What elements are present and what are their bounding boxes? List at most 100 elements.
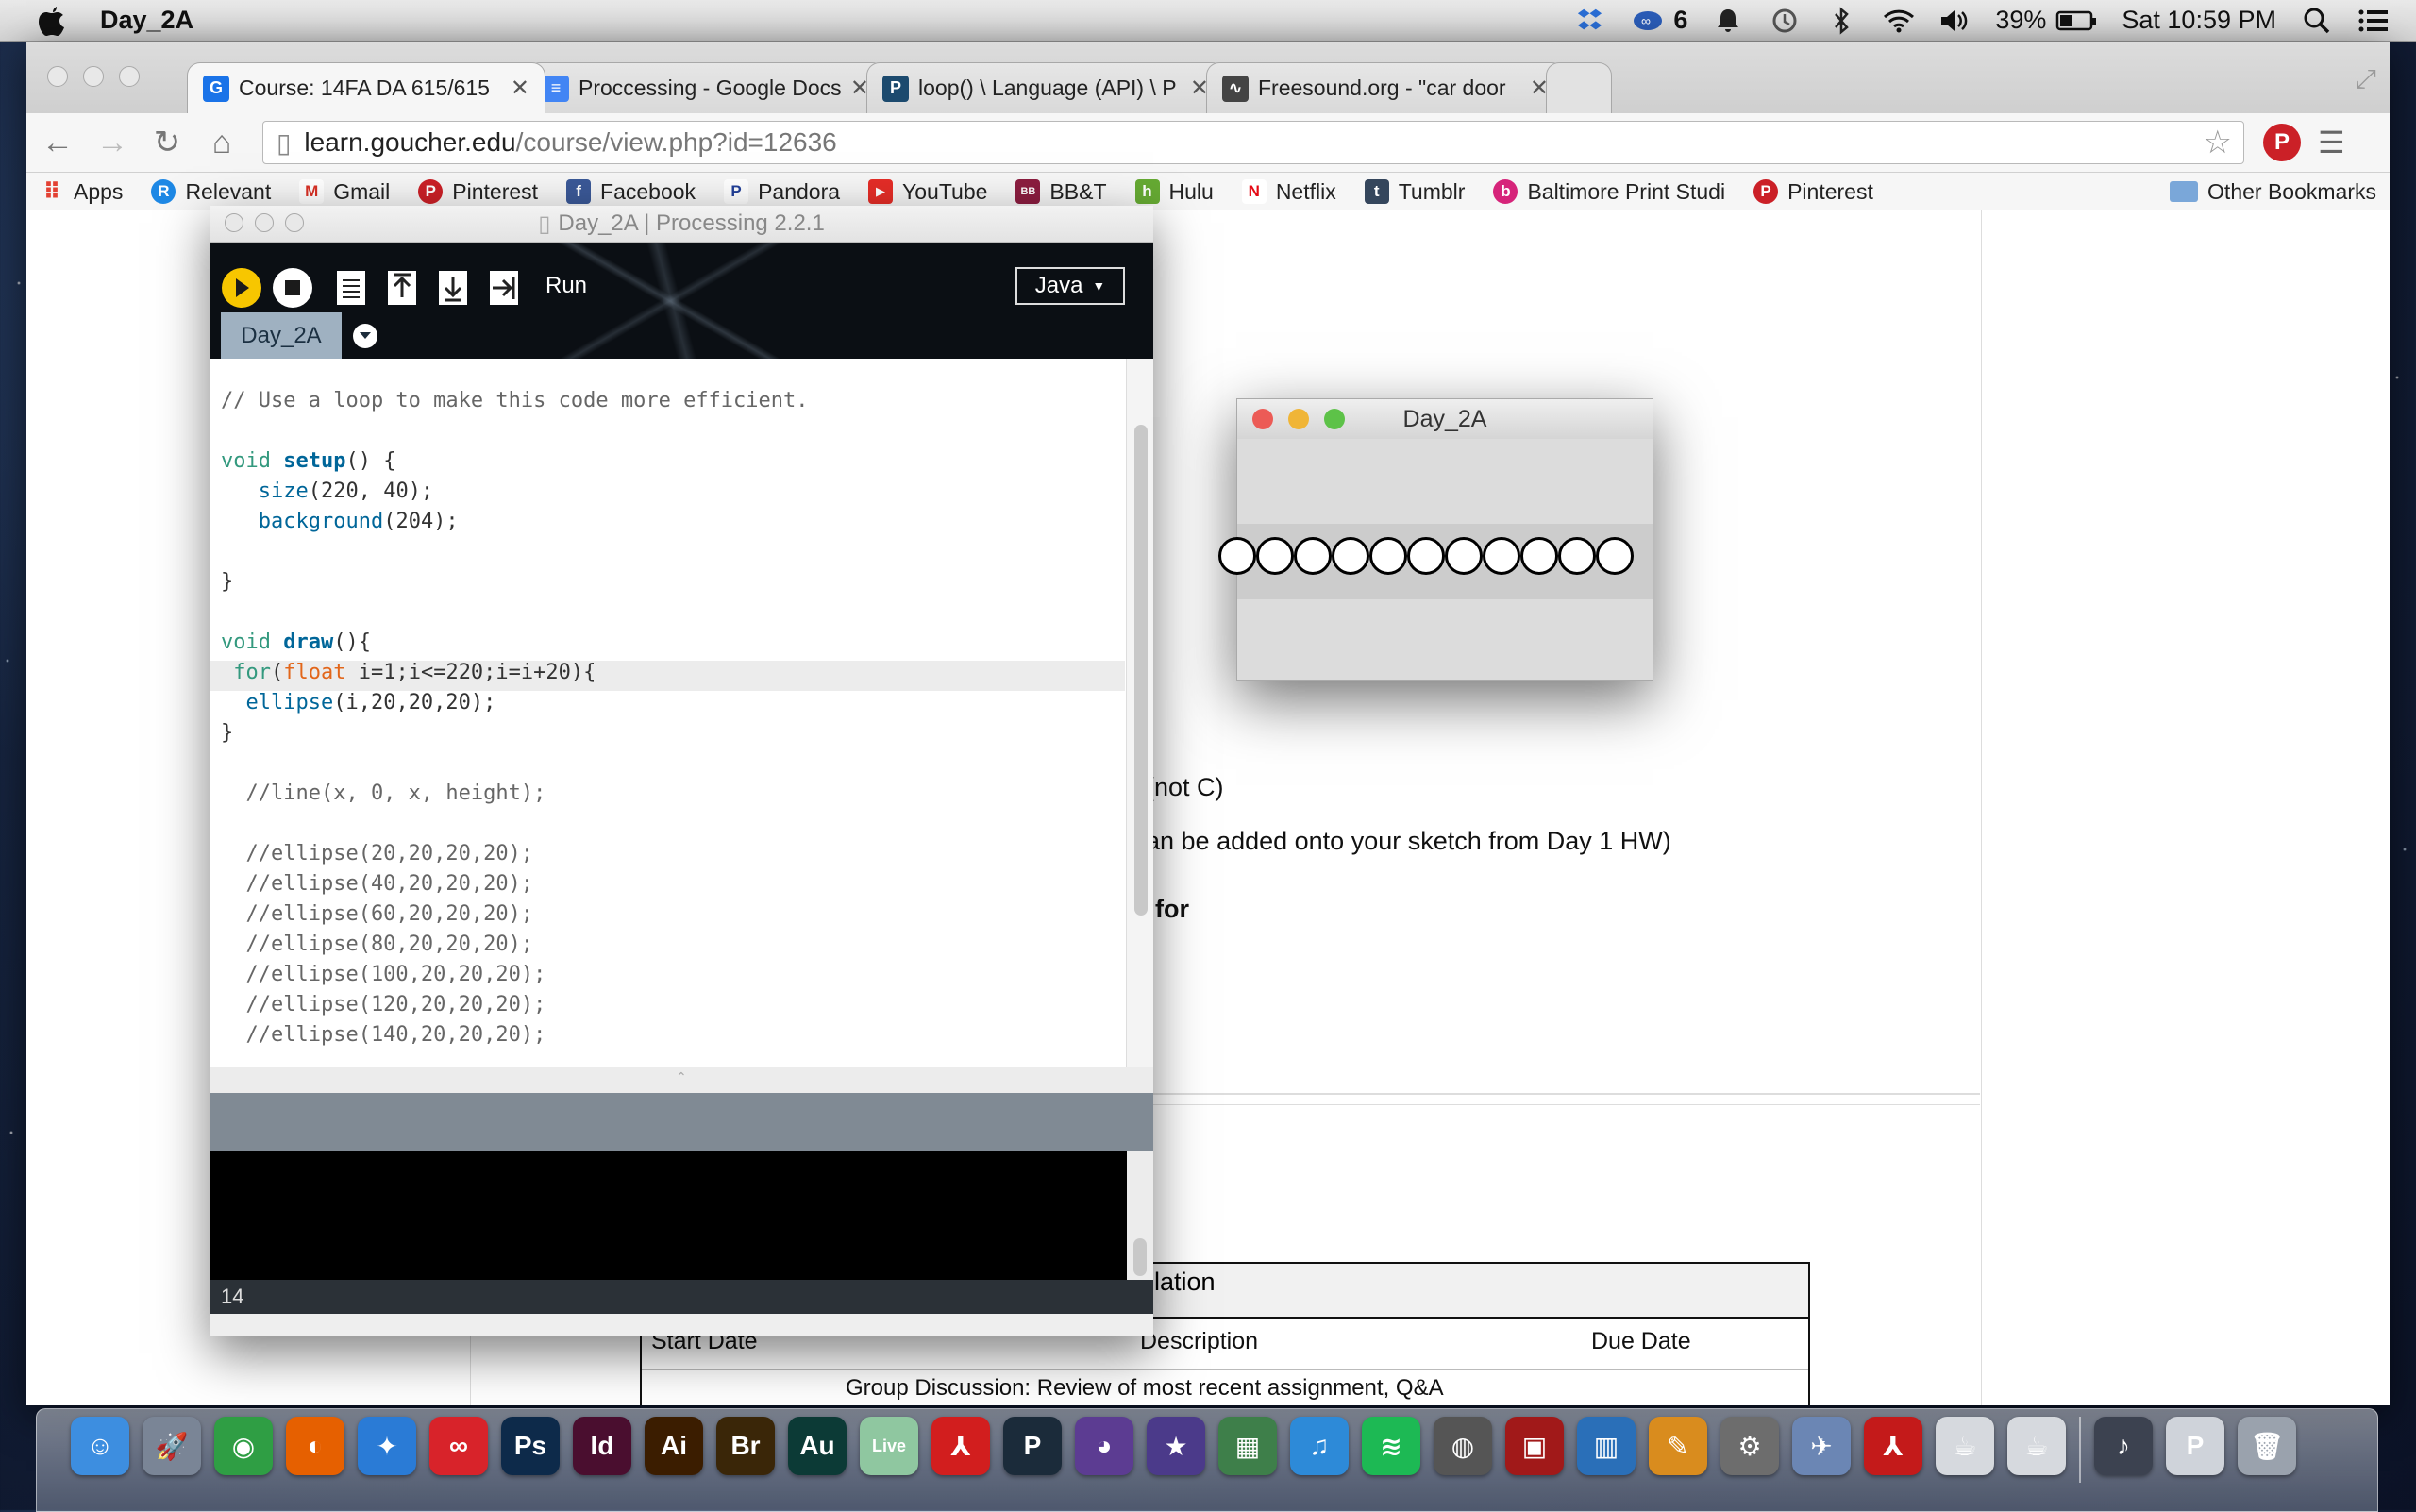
bluetooth-icon[interactable] — [1825, 5, 1857, 37]
acrobat-icon[interactable]: ⅄ — [931, 1417, 990, 1475]
creative-cloud-icon[interactable]: ∞ — [429, 1417, 488, 1475]
pages-icon[interactable]: ✎ — [1649, 1417, 1707, 1475]
bookmark-tumblr[interactable]: t Tumblr — [1364, 179, 1465, 205]
finder-icon[interactable]: ☺ — [71, 1417, 129, 1475]
maximize-window-button[interactable] — [1324, 409, 1345, 429]
chrome-menu-icon[interactable]: ☰ — [2318, 125, 2345, 160]
new-sketch-icon[interactable] — [330, 267, 372, 309]
bookmark-youtube[interactable]: ▶ YouTube — [868, 179, 987, 205]
bridge-icon[interactable]: Br — [716, 1417, 775, 1475]
bookmark-hulu[interactable]: h Hulu — [1134, 179, 1214, 205]
photoshop-icon[interactable]: Ps — [501, 1417, 560, 1475]
pinterest-extension-icon[interactable]: P — [2263, 124, 2301, 161]
github-icon[interactable]: ◕ — [1075, 1417, 1133, 1475]
console-scrollbar-thumb[interactable] — [1133, 1238, 1147, 1276]
live-icon[interactable]: Live — [860, 1417, 918, 1475]
other-bookmarks[interactable]: Other Bookmarks — [2170, 179, 2376, 205]
console-output[interactable] — [210, 1151, 1153, 1280]
minimize-window-button[interactable] — [255, 213, 274, 232]
audition-icon[interactable]: Au — [788, 1417, 847, 1475]
wifi-icon[interactable] — [1882, 5, 1915, 37]
tab-day-2a[interactable]: Day_2A — [221, 312, 342, 360]
active-app-name[interactable]: Day_2A — [100, 6, 193, 35]
run-button[interactable] — [221, 267, 262, 309]
chrome-icon[interactable]: ◉ — [214, 1417, 273, 1475]
bookmark-gmail[interactable]: M Gmail — [299, 179, 390, 205]
minimize-window-button[interactable] — [1288, 409, 1309, 429]
editor-console-splitter[interactable]: ⌃ — [210, 1067, 1153, 1094]
itunes-icon[interactable]: ♫ — [1290, 1417, 1349, 1475]
java-2-icon[interactable]: ☕ — [2007, 1417, 2066, 1475]
bookmark-bbt[interactable]: BB BB&T — [1015, 179, 1107, 205]
close-window-button[interactable] — [47, 66, 68, 87]
window-controls — [225, 213, 304, 232]
back-arrow-icon[interactable]: ← — [34, 119, 81, 166]
maximize-window-button[interactable] — [285, 213, 304, 232]
facetime-icon[interactable]: ◍ — [1434, 1417, 1492, 1475]
tab-menu-chevron-down-icon[interactable] — [353, 324, 378, 348]
address-bar[interactable]: ▯ learn.goucher.edu/course/view.php?id=1… — [262, 121, 2244, 164]
new-tab-button[interactable] — [1546, 62, 1612, 113]
bookmark-facebook[interactable]: f Facebook — [566, 179, 696, 205]
system-preferences-icon[interactable]: ⚙ — [1720, 1417, 1779, 1475]
tab-processing-reference[interactable]: P loop() \ Language (API) \ P ✕ — [866, 62, 1225, 113]
bookmark-relevant[interactable]: R Relevant — [151, 179, 271, 205]
bookmark-baltimore-print-studio[interactable]: b Baltimore Print Studi — [1493, 179, 1725, 205]
apple-menu-icon[interactable] — [34, 3, 70, 39]
tab-google-docs[interactable]: ≡ Proccessing - Google Docs ✕ — [527, 62, 885, 113]
bookmark-label: YouTube — [902, 178, 988, 204]
notification-center-icon[interactable] — [2357, 5, 2390, 37]
home-icon[interactable]: ⌂ — [198, 119, 245, 166]
time-machine-icon[interactable] — [1769, 5, 1801, 37]
dropbox-icon[interactable] — [1575, 5, 1607, 37]
tab-freesound[interactable]: ∿ Freesound.org - "car door ✕ — [1206, 62, 1565, 113]
open-sketch-icon[interactable] — [381, 267, 423, 309]
close-tab-icon[interactable]: ✕ — [511, 75, 529, 102]
reload-icon[interactable]: ↻ — [143, 119, 191, 166]
trash-icon[interactable]: 🗑 — [2238, 1417, 2296, 1475]
imovie-icon[interactable]: ★ — [1147, 1417, 1205, 1475]
safari-icon[interactable]: ✦ — [358, 1417, 416, 1475]
maximize-window-button[interactable] — [119, 66, 140, 87]
creative-cloud-menu-icon[interactable]: ∞ — [1632, 5, 1664, 37]
bookmark-netflix[interactable]: N Netflix — [1241, 179, 1336, 205]
launchpad-icon[interactable]: 🚀 — [143, 1417, 201, 1475]
bookmark-pinterest-2[interactable]: P Pinterest — [1753, 179, 1873, 205]
forward-arrow-icon[interactable]: → — [89, 119, 136, 166]
processing-icon[interactable]: P — [1003, 1417, 1062, 1475]
music-folder-icon[interactable]: ♪ — [2094, 1417, 2153, 1475]
fullscreen-icon[interactable]: ⤢ — [2356, 64, 2376, 95]
adobe-reader-icon[interactable]: ⅄ — [1864, 1417, 1922, 1475]
numbers-icon[interactable]: ▥ — [1577, 1417, 1636, 1475]
volume-icon[interactable] — [1938, 5, 1971, 37]
java-icon[interactable]: ☕ — [1936, 1417, 1994, 1475]
bookmark-pinterest[interactable]: P Pinterest — [418, 179, 538, 205]
tab-course[interactable]: G Course: 14FA DA 615/615 ✕ — [187, 62, 545, 113]
photo-booth-icon[interactable]: ▣ — [1505, 1417, 1564, 1475]
save-sketch-icon[interactable] — [432, 267, 474, 309]
bookmark-star-icon[interactable]: ☆ — [2204, 124, 2232, 161]
spotify-icon[interactable]: ≋ — [1362, 1417, 1420, 1475]
clock[interactable]: Sat 10:59 PM — [2122, 6, 2276, 35]
bookmark-pandora[interactable]: P Pandora — [724, 179, 840, 205]
battery-icon[interactable] — [2055, 5, 2097, 37]
indesign-icon[interactable]: Id — [573, 1417, 631, 1475]
console-scrollbar[interactable] — [1127, 1151, 1153, 1280]
editor-scrollbar-thumb[interactable] — [1134, 425, 1148, 916]
close-window-button[interactable] — [1252, 409, 1273, 429]
processing-doc-icon[interactable]: P — [2166, 1417, 2224, 1475]
stop-button[interactable] — [272, 267, 313, 309]
firefox-icon[interactable]: ◐ — [286, 1417, 344, 1475]
illustrator-icon[interactable]: Ai — [645, 1417, 703, 1475]
spotlight-search-icon[interactable] — [2301, 5, 2333, 37]
export-sketch-icon[interactable] — [483, 267, 525, 309]
close-window-button[interactable] — [225, 213, 243, 232]
minimize-window-button[interactable] — [83, 66, 104, 87]
sketch-canvas[interactable] — [1218, 439, 1653, 680]
preview-icon[interactable]: ✈ — [1792, 1417, 1851, 1475]
code-editor[interactable]: // Use a loop to make this code more eff… — [210, 359, 1153, 1067]
iphoto-icon[interactable]: ▦ — [1218, 1417, 1277, 1475]
mode-selector[interactable]: Java ▼ — [1015, 267, 1125, 305]
bell-icon[interactable] — [1712, 5, 1744, 37]
bookmark-apps[interactable]: ⠿ Apps — [40, 179, 124, 205]
